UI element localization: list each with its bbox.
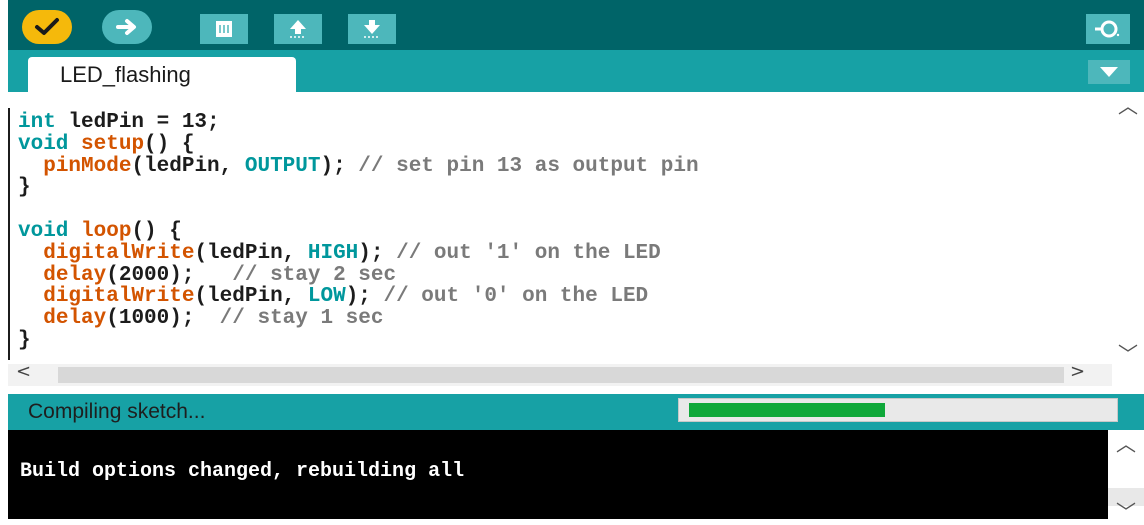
editor-left-border (8, 108, 10, 360)
code-token: () { (144, 132, 195, 156)
code-token: ); (358, 241, 397, 265)
upload-button[interactable] (102, 10, 152, 44)
new-sketch-icon (216, 21, 232, 37)
code-token: digitalWrite (43, 241, 195, 265)
code-token: (1000); (106, 307, 220, 331)
verify-button[interactable] (22, 10, 72, 44)
code-token: delay (43, 263, 107, 287)
code-token: ); (345, 285, 384, 309)
checkmark-icon (35, 18, 59, 35)
pane-divider[interactable] (0, 386, 1144, 394)
arrow-right-icon (116, 19, 136, 35)
code-token: // stay 1 sec (219, 307, 384, 331)
code-text: int ledPin = 13; void setup() { pinMode(l… (18, 112, 699, 352)
code-token: } (18, 328, 31, 352)
tab-bar: LED_flashing (0, 50, 1144, 92)
console-scrollbar[interactable]: ︿ ﹀ (1108, 428, 1144, 524)
code-token: int (18, 111, 56, 134)
compile-progress-bar (678, 398, 1118, 422)
code-token: pinMode (43, 154, 132, 178)
code-token: digitalWrite (43, 285, 195, 309)
code-token: } (18, 176, 31, 200)
arrow-up-icon (290, 20, 306, 38)
code-token: // out '1' on the LED (396, 241, 661, 265)
status-bar: Compiling sketch... (0, 394, 1144, 430)
serial-monitor-button[interactable] (1086, 14, 1130, 44)
code-token: HIGH (307, 241, 359, 265)
scroll-down-icon[interactable]: ﹀ (1118, 338, 1138, 367)
triangle-down-icon (1100, 67, 1118, 77)
code-token: delay (43, 307, 107, 331)
open-button[interactable] (274, 14, 322, 44)
new-sketch-button[interactable] (200, 14, 248, 44)
code-token: OUTPUT (244, 154, 321, 178)
horizontal-scroll-thumb[interactable] (58, 367, 1064, 383)
code-token: (ledPin, (131, 154, 245, 178)
magnifier-icon (1095, 20, 1120, 38)
scroll-left-icon[interactable]: < (16, 361, 31, 382)
code-token: ); (320, 154, 359, 178)
code-line: pinMode(ledPin, OUTPUT); // set pin 13 a… (18, 154, 699, 178)
code-line: delay(1000); // stay 1 sec (18, 308, 699, 330)
code-token: // out '0' on the LED (383, 285, 649, 309)
tab-menu-button[interactable] (1088, 60, 1130, 84)
code-line: digitalWrite(ledPin, HIGH); // out '1' o… (18, 241, 699, 265)
progress-fill (689, 403, 885, 417)
code-line: void loop() { (18, 221, 699, 243)
console-text: Build options changed, rebuilding all (20, 460, 465, 483)
arrow-down-icon (364, 20, 380, 38)
code-token: // stay 2 sec (232, 263, 397, 287)
scroll-right-icon[interactable]: > (1070, 361, 1085, 382)
console-output[interactable]: Build options changed, rebuilding all (0, 430, 1108, 519)
code-token: setup (81, 132, 145, 156)
code-line: void setup() { (18, 132, 699, 156)
tab-led-flashing[interactable]: LED_flashing (28, 57, 296, 92)
code-token: (ledPin, (194, 285, 308, 309)
code-token: loop (81, 219, 132, 243)
code-token: () { (131, 219, 182, 243)
code-token: // set pin 13 as output pin (358, 154, 699, 178)
code-line: } (18, 177, 699, 199)
code-editor[interactable]: int ledPin = 13; void setup() { pinMode(l… (0, 92, 1144, 364)
code-line: int ledPin = 13; (18, 112, 699, 134)
code-token: LOW (307, 285, 346, 309)
code-token: (2000); (106, 263, 233, 287)
code-line: } (18, 330, 699, 352)
code-token: void (18, 132, 69, 156)
scroll-corner (1112, 364, 1144, 386)
status-text: Compiling sketch... (28, 400, 206, 423)
save-button[interactable] (348, 14, 396, 44)
editor-horizontal-scrollbar[interactable] (0, 364, 1112, 386)
console-scroll-up-icon[interactable]: ︿ (1116, 428, 1136, 457)
code-token: ledPin = 13; (55, 111, 220, 134)
scroll-up-icon[interactable]: ︿ (1118, 90, 1138, 119)
code-line: delay(2000); // stay 2 sec (18, 263, 699, 287)
console-scroll-down-icon[interactable]: ﹀ (1116, 496, 1136, 525)
toolbar (0, 0, 1144, 50)
code-token: void (18, 219, 69, 243)
code-token: (ledPin, (194, 241, 308, 265)
editor-vertical-scrollbar[interactable]: ︿ ﹀ (1112, 90, 1144, 367)
code-line: digitalWrite(ledPin, LOW); // out '0' on… (18, 286, 699, 308)
